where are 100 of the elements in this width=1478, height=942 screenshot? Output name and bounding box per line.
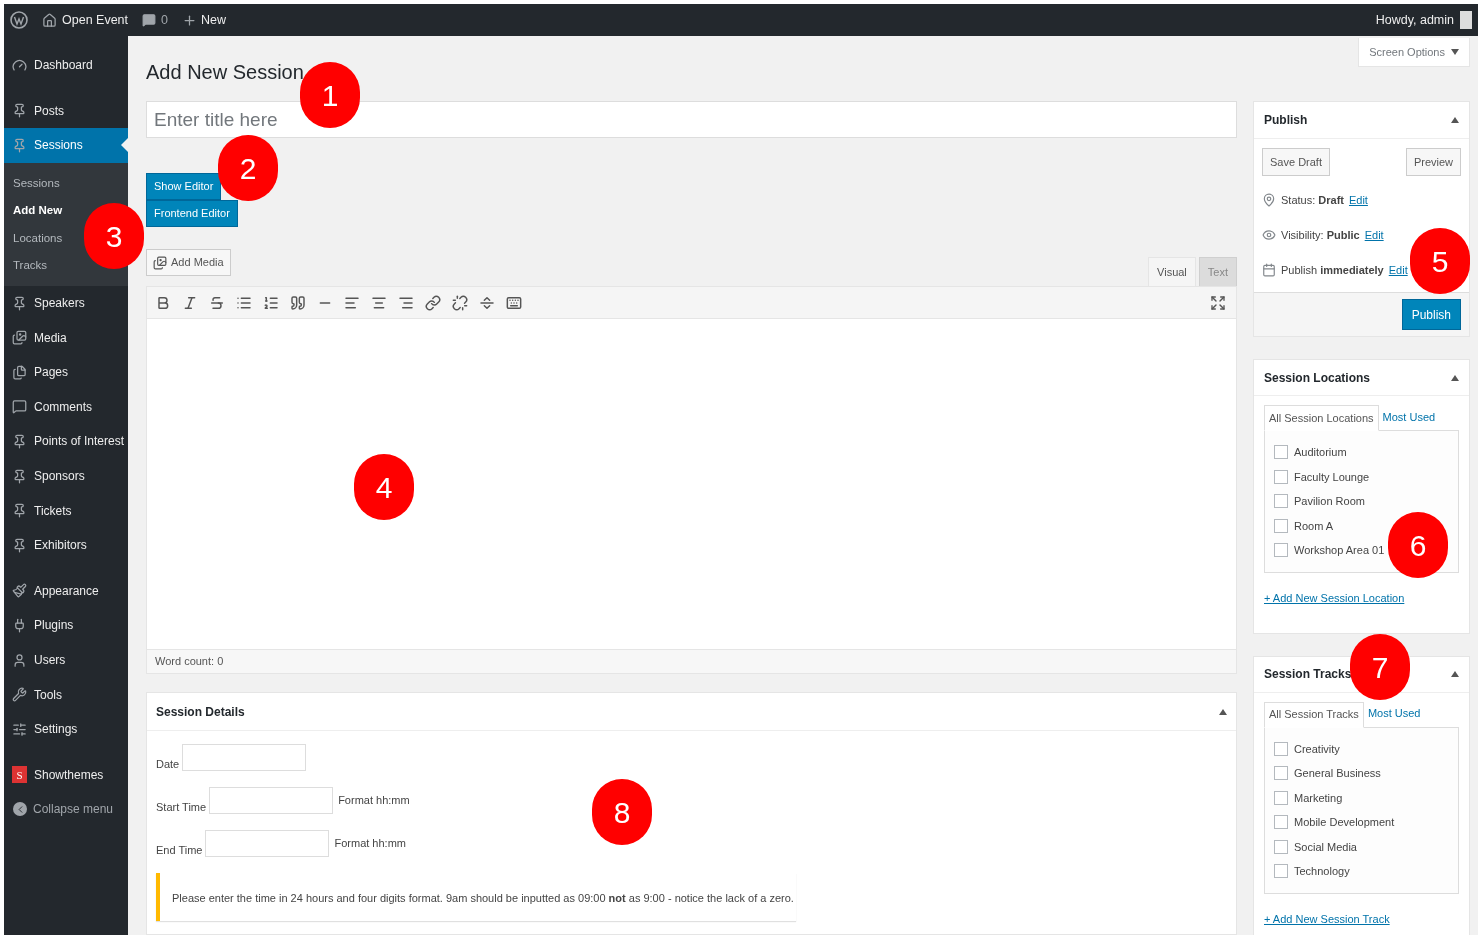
menu-icon: [12, 583, 27, 599]
sidebar-item[interactable]: S Showthemes: [4, 757, 128, 793]
panel-title: Session Tracks: [1264, 666, 1352, 683]
submenu-item[interactable]: Locations: [13, 224, 63, 253]
submenu-item[interactable]: Add New: [13, 197, 63, 225]
format-hint: Format hh:mm: [338, 793, 410, 809]
italic-icon[interactable]: [182, 294, 198, 311]
editor-button[interactable]: Frontend Editor: [146, 200, 238, 227]
read-more-icon[interactable]: [479, 294, 495, 311]
dropdown-caret-icon: [1451, 49, 1459, 55]
checkbox[interactable]: [1274, 741, 1288, 756]
checkbox[interactable]: [1274, 815, 1288, 830]
checkbox[interactable]: [1274, 839, 1288, 854]
add-media-button[interactable]: Add Media: [146, 249, 231, 276]
checkbox[interactable]: [1274, 766, 1288, 781]
sidebar-item[interactable]: Appearance: [4, 573, 128, 609]
calendar-icon: [1262, 263, 1276, 277]
field-label: Date: [156, 757, 180, 771]
field-label: Start Time: [156, 800, 207, 814]
quote-icon[interactable]: [290, 294, 306, 311]
sidebar-item[interactable]: Sponsors: [4, 458, 128, 494]
checkbox[interactable]: [1274, 445, 1288, 460]
editor-button[interactable]: Show Editor: [146, 173, 222, 200]
numbered-list-icon[interactable]: [263, 294, 279, 311]
menu-icon: [12, 537, 27, 553]
strikethrough-icon[interactable]: [209, 294, 225, 311]
publish-setting: Visibility: Public: [1281, 227, 1360, 243]
checkbox[interactable]: [1274, 469, 1288, 484]
edit-link[interactable]: Edit: [1364, 226, 1384, 244]
showthemes-logo: S: [12, 766, 27, 784]
checkbox-label: Marketing: [1294, 790, 1343, 806]
sidebar-item[interactable]: Exhibitors: [4, 527, 128, 563]
checkbox[interactable]: [1274, 543, 1288, 558]
plus-icon[interactable]: [181, 12, 197, 28]
panel-title: Publish: [1264, 112, 1308, 129]
save-draft-button[interactable]: Save Draft: [1262, 148, 1330, 176]
keyboard-icon[interactable]: [506, 294, 522, 311]
checkbox-label: Workshop Area 01: [1294, 543, 1385, 558]
collapse-caret-icon[interactable]: [1451, 117, 1459, 123]
sidebar-item[interactable]: Users: [4, 642, 128, 678]
current-pointer-icon: [121, 138, 128, 153]
comment-icon[interactable]: [142, 13, 156, 27]
comment-count[interactable]: 0: [161, 10, 168, 30]
submenu-item[interactable]: Sessions: [13, 169, 60, 198]
checkbox[interactable]: [1274, 494, 1288, 509]
checkbox[interactable]: [1274, 790, 1288, 805]
sidebar-item[interactable]: Tools: [4, 677, 128, 712]
text-field[interactable]: [205, 830, 330, 857]
collapse-caret-icon[interactable]: [1219, 708, 1227, 715]
menu-icon: [12, 138, 27, 153]
menu-icon: [12, 295, 27, 311]
text-field[interactable]: [209, 787, 334, 814]
wordpress-logo-icon[interactable]: [10, 11, 28, 29]
panel-tab[interactable]: All Session Tracks: [1264, 701, 1364, 728]
edit-link[interactable]: Edit: [1388, 261, 1408, 279]
media-icon: [153, 255, 167, 270]
panel-tab[interactable]: All Session Locations: [1264, 405, 1379, 431]
sidebar-item[interactable]: Points of Interest: [4, 424, 128, 459]
publish-setting: Status: Draft: [1281, 192, 1344, 208]
collapse-menu-button[interactable]: Collapse menu: [4, 792, 128, 827]
sidebar-item[interactable]: Pages: [4, 354, 128, 390]
sidebar-item[interactable]: Comments: [4, 389, 128, 425]
editor-tab[interactable]: Visual: [1148, 257, 1196, 286]
screen-options-button[interactable]: Screen Options: [1358, 38, 1470, 67]
menu-icon: [12, 687, 27, 703]
sidebar-item[interactable]: Sessions: [4, 128, 128, 163]
panel-tab[interactable]: Most Used: [1363, 700, 1425, 727]
publish-setting: Publish immediately: [1281, 262, 1384, 278]
sidebar-item[interactable]: Dashboard: [4, 48, 128, 83]
sidebar-item[interactable]: Media: [4, 320, 128, 355]
sidebar-item[interactable]: Plugins: [4, 608, 128, 643]
sidebar-item[interactable]: Posts: [4, 93, 128, 129]
text-field[interactable]: [182, 744, 307, 771]
submenu-item[interactable]: Tracks: [13, 252, 48, 280]
add-new-link[interactable]: + Add New Session Location: [1264, 591, 1405, 604]
fullscreen-icon[interactable]: [1210, 294, 1226, 311]
preview-button[interactable]: Preview: [1405, 148, 1461, 176]
sidebar-item[interactable]: Tickets: [4, 493, 128, 528]
publish-button[interactable]: Publish: [1401, 299, 1461, 330]
checkbox[interactable]: [1274, 864, 1288, 879]
checkbox-label: Creativity: [1294, 741, 1340, 757]
checkbox-label: Mobile Development: [1294, 815, 1395, 830]
edit-link[interactable]: Edit: [1348, 191, 1368, 209]
checkbox-label: Social Media: [1294, 839, 1357, 855]
panel-tab[interactable]: Most Used: [1378, 404, 1440, 430]
new-link[interactable]: New: [200, 10, 226, 30]
sidebar-item[interactable]: Speakers: [4, 285, 128, 321]
account-link[interactable]: Howdy, admin: [1375, 10, 1454, 30]
format-hint: Format hh:mm: [334, 836, 406, 852]
collapse-caret-icon[interactable]: [1451, 374, 1459, 381]
bold-icon[interactable]: [155, 294, 171, 311]
collapse-caret-icon[interactable]: [1451, 671, 1459, 677]
checkbox[interactable]: [1274, 518, 1288, 533]
sidebar-item[interactable]: Settings: [4, 711, 128, 747]
site-link[interactable]: Open Event: [62, 10, 128, 30]
pin-icon: [1262, 193, 1276, 207]
home-icon[interactable]: [42, 12, 57, 28]
unlink-icon[interactable]: [452, 294, 468, 311]
add-new-link[interactable]: + Add New Session Track: [1264, 912, 1390, 925]
link-icon[interactable]: [425, 294, 441, 311]
